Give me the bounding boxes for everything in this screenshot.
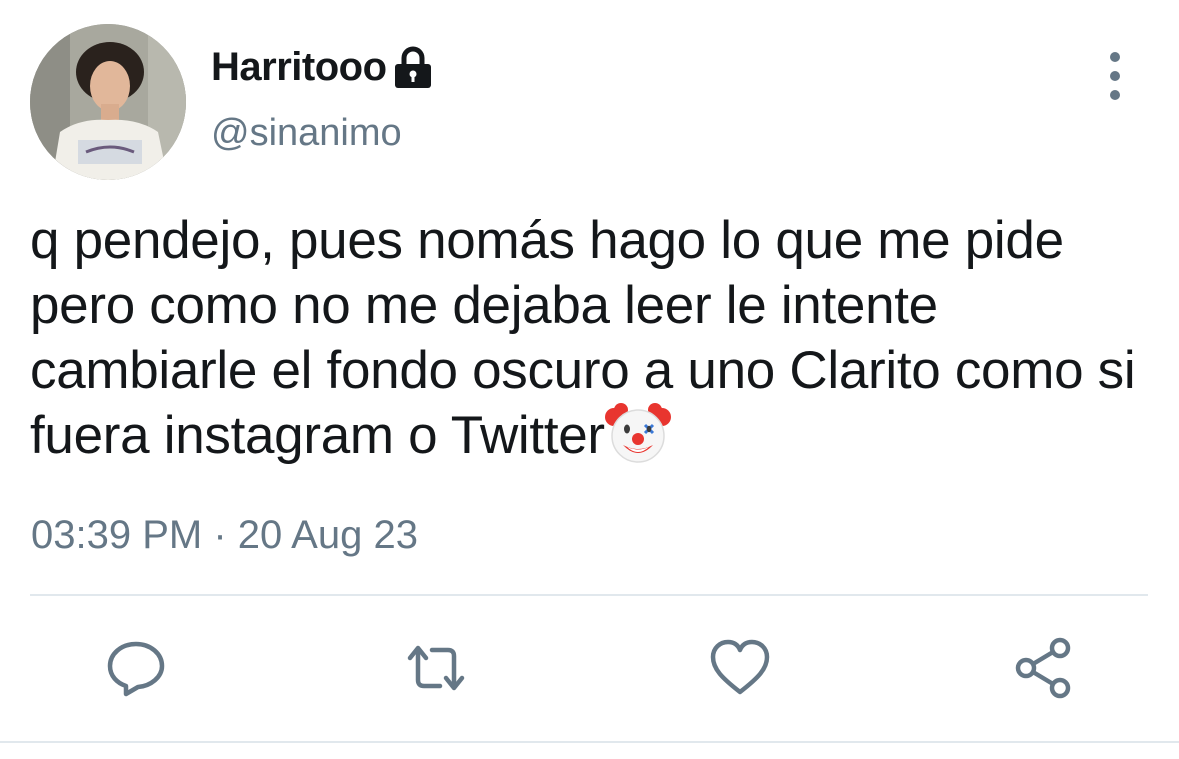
retweet-icon (407, 645, 465, 691)
timestamp[interactable]: 03:39 PM · 20 Aug 23 (31, 513, 418, 558)
share-icon (1015, 637, 1071, 699)
reply-button[interactable] (104, 636, 168, 700)
author-name-row: Harritooo (211, 40, 433, 94)
reply-icon (107, 641, 165, 697)
more-options-icon[interactable] (1096, 52, 1134, 100)
display-name[interactable]: Harritooo (211, 45, 387, 90)
clown-face-icon (604, 403, 671, 463)
retweet-button[interactable] (404, 636, 468, 700)
more-dot (1110, 52, 1120, 62)
action-bar (0, 636, 1179, 700)
like-button[interactable] (708, 636, 772, 700)
tweet-text: q pendejo, pues nomás hago lo que me pid… (30, 208, 1150, 468)
avatar-image (30, 24, 186, 180)
divider (30, 594, 1148, 596)
bottom-divider (0, 741, 1179, 743)
more-dot (1110, 90, 1120, 100)
tweet-card: Harritooo @sinanimo q pendejo, pues nomá… (0, 0, 1179, 759)
share-button[interactable] (1012, 636, 1076, 700)
tweet-body: q pendejo, pues nomás hago lo que me pid… (30, 211, 1150, 465)
lock-icon (393, 45, 433, 89)
avatar[interactable] (30, 24, 186, 180)
heart-icon (710, 639, 770, 695)
more-dot (1110, 71, 1120, 81)
handle[interactable]: @sinanimo (211, 112, 402, 155)
